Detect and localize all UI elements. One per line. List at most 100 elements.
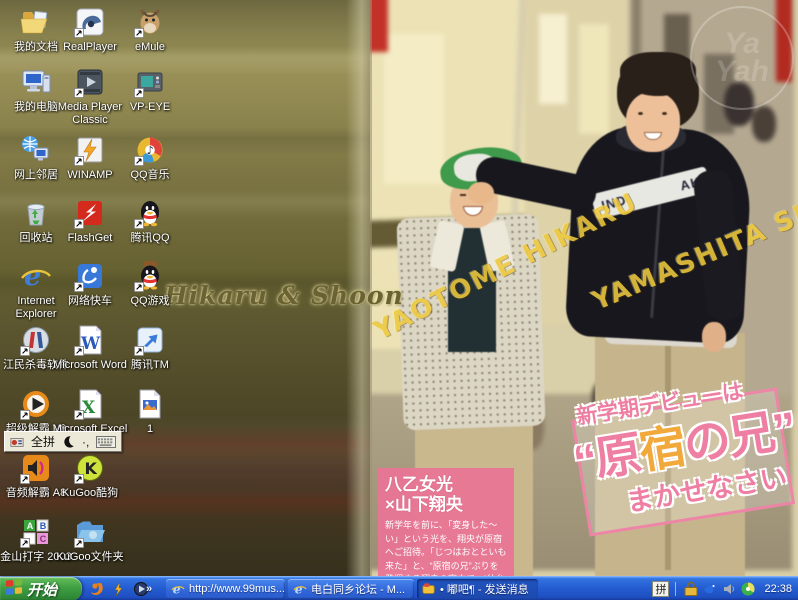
ql-swirl-icon[interactable] (88, 581, 105, 598)
taskbar: 开始 » e http://www.99mus... e 电白同乡论坛 - M... •… (0, 576, 798, 600)
ms-word-icon: W (74, 324, 106, 356)
desktop-icon-kugoo-folder[interactable]: KuGoo文件夹 (48, 516, 132, 564)
task-browser-2-icon: e (293, 582, 307, 596)
caption-body: 新学年を前に、「変身した～い」という光を、翔央が原宿へご招待。「じつはおとといも… (385, 519, 507, 576)
desktop-icon-tencent-qq[interactable]: 腾讯QQ (108, 197, 192, 245)
svg-text:B: B (40, 521, 47, 531)
shortcut-arrow-icon (134, 282, 144, 292)
flashget-icon (74, 197, 106, 229)
shortcut-arrow-icon (20, 474, 30, 484)
ime-locale-icon[interactable] (7, 433, 27, 450)
qq-games-icon (134, 260, 166, 292)
ime-fullwidth-moon-button[interactable] (59, 433, 78, 450)
shortcut-arrow-icon (74, 474, 84, 484)
task-chat-label: • 嘟吧¶ - 发送消息 (440, 581, 529, 597)
system-tray: 拼 22:38 (652, 577, 798, 600)
svg-text:e: e (24, 261, 41, 292)
task-chat[interactable]: • 嘟吧¶ - 发送消息 (417, 579, 538, 599)
svg-text:C: C (40, 534, 47, 544)
task-browser-1[interactable]: e http://www.99mus... (166, 579, 285, 599)
ime-softkeyboard-button[interactable] (93, 433, 119, 450)
svg-text:K: K (85, 459, 98, 478)
desktop-icon-label: 网络快车 (66, 295, 114, 308)
quick-launch-chevron[interactable]: » (146, 577, 152, 600)
shortcut-arrow-icon (74, 28, 84, 38)
tray-volume-icon[interactable] (721, 581, 737, 597)
tray-nettrans-icon[interactable] (702, 581, 718, 597)
emule-icon (134, 6, 166, 38)
desktop-icon-label: eMule (133, 41, 167, 54)
tencent-qq-icon (134, 197, 166, 229)
quick-launch-area (84, 577, 149, 600)
realplayer-icon (74, 6, 106, 38)
desktop-icon-label: QQ游戏 (128, 295, 171, 308)
shortcut-arrow-icon (74, 88, 84, 98)
wallpaper-title: Hikaru & Shoon (164, 281, 404, 310)
winamp-icon (74, 134, 106, 166)
xp-desktop-screen: IND AK (0, 0, 798, 600)
desktop-icon-qq-games[interactable]: QQ游戏 (108, 260, 192, 308)
svg-text:e: e (295, 582, 303, 596)
shortcut-arrow-icon (74, 346, 84, 356)
magazine-caption-box: 八乙女光 ×山下翔央 新学年を前に、「変身した～い」という光を、翔央が原宿へご招… (378, 468, 514, 576)
desktop-icon-image-1[interactable]: 1 (108, 388, 192, 436)
desktop-icon-kugoo[interactable]: KKuGoo酷狗 (48, 452, 132, 500)
media-player-classic-icon (74, 66, 106, 98)
desktop-icon-vp-eye[interactable]: VP-EYE (108, 66, 192, 114)
shortcut-arrow-icon (134, 346, 144, 356)
svg-text:A: A (27, 521, 34, 531)
shortcut-arrow-icon (20, 538, 30, 548)
desktop-icon-label: KuGoo文件夹 (54, 551, 125, 564)
tray-music-disc-icon[interactable] (740, 581, 756, 597)
shortcut-arrow-icon (134, 219, 144, 229)
shortcut-arrow-icon (74, 156, 84, 166)
ime-name-button[interactable]: 全拼 (28, 433, 58, 450)
caption-title-line2: ×山下翔央 (385, 495, 507, 515)
task-browser-2-label: 电白同乡论坛 - M... (311, 581, 405, 597)
task-browser-2[interactable]: e 电白同乡论坛 - M... (288, 579, 414, 599)
svg-text:e: e (173, 582, 181, 596)
svg-text:X: X (82, 398, 96, 418)
desktop-icon-emule[interactable]: eMule (108, 6, 192, 54)
headline-segment: 宿 (635, 419, 688, 478)
headline-segment: の (680, 412, 733, 471)
magazine-headline: 新学期デビューは “原宿の兄” まかせなさい (558, 364, 798, 569)
ime-punctuation-button[interactable]: ·, (79, 433, 92, 450)
shortcut-arrow-icon (134, 88, 144, 98)
shortcut-arrow-icon (74, 538, 84, 548)
nettransport-icon (74, 260, 106, 292)
shortcut-arrow-icon (74, 282, 84, 292)
headline-segment: 原 (591, 426, 644, 485)
desktop-icon-label: 1 (145, 423, 155, 436)
kugoo-icon: K (74, 452, 106, 484)
tray-icons (683, 581, 756, 597)
desktop-icon-tencent-tm[interactable]: 腾讯TM (108, 324, 192, 372)
tray-separator (675, 582, 676, 596)
desktop: IND AK (0, 0, 798, 576)
task-browser-1-icon: e (171, 582, 185, 596)
desktop-icon-label: VP-EYE (128, 101, 172, 114)
desktop-icon-qq-music[interactable]: ♪ QQ音乐 (108, 134, 192, 182)
tray-qq-icon[interactable] (683, 581, 699, 597)
ql-winamp-icon[interactable] (110, 581, 127, 598)
caption-title-line1: 八乙女光 (385, 475, 507, 495)
desktop-icon-label: 腾讯TM (129, 359, 171, 372)
tray-ime-indicator[interactable]: 拼 (652, 581, 669, 597)
task-browser-1-label: http://www.99mus... (189, 583, 285, 595)
start-button[interactable]: 开始 (0, 577, 82, 600)
shortcut-arrow-icon (20, 346, 30, 356)
start-button-label: 开始 (27, 579, 57, 600)
ime-language-bar[interactable]: 全拼 ·, (4, 431, 122, 452)
boy-right-hand-on-shoulder (468, 182, 494, 204)
watermark-logo: Ya Yah (690, 6, 794, 110)
ms-excel-icon: X (74, 388, 106, 420)
watermark-line2: Yah (715, 58, 769, 87)
kugoo-folder-icon (74, 516, 106, 548)
taskbar-clock[interactable]: 22:38 (764, 583, 792, 595)
task-chat-icon (422, 582, 436, 596)
windows-logo-icon (5, 578, 23, 600)
shortcut-arrow-icon (74, 219, 84, 229)
desktop-icon-label: QQ音乐 (128, 169, 171, 182)
svg-text:♪: ♪ (147, 144, 154, 157)
shortcut-arrow-icon (20, 410, 30, 420)
